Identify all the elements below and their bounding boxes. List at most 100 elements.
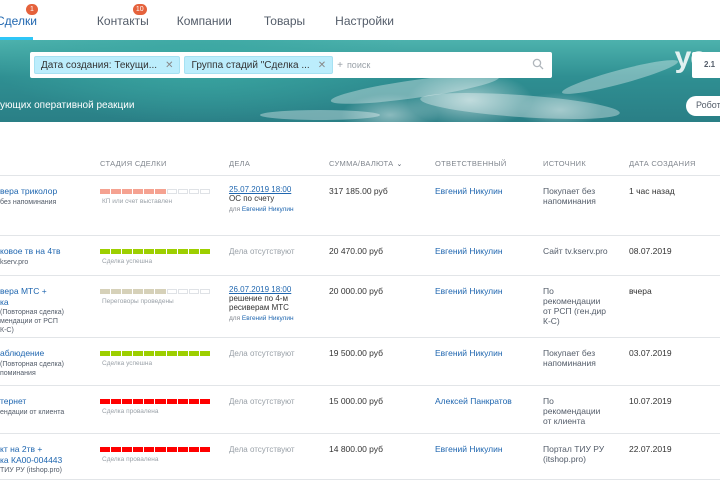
stage-segment[interactable] <box>144 351 155 356</box>
column-header-responsible[interactable]: ОТВЕТСТВЕННЫЙ <box>435 159 507 168</box>
stage-segment[interactable] <box>100 351 111 356</box>
stage-segment[interactable] <box>155 189 166 194</box>
stage-segment[interactable] <box>188 249 199 254</box>
stage-segment[interactable] <box>122 289 133 294</box>
column-header-activities[interactable]: ДЕЛА <box>229 159 250 168</box>
filter-chip-date[interactable]: Дата создания: Текущи... ✕ <box>34 56 181 74</box>
stage-segment[interactable] <box>133 289 144 294</box>
stage-segment[interactable] <box>199 249 210 254</box>
stage-segment[interactable] <box>111 249 122 254</box>
stage-segment[interactable] <box>100 289 111 294</box>
table-row[interactable]: верa триколор без напоминания КП или счет … <box>0 176 720 236</box>
stage-segment[interactable] <box>177 289 188 294</box>
column-header-sum[interactable]: СУММА/ВАЛЮТА ⌄ <box>329 159 403 168</box>
table-row[interactable]: ковое тв на 4тв kserv.pro Сделка успешна Де… <box>0 236 720 276</box>
stage-segment[interactable] <box>133 249 144 254</box>
stage-segment[interactable] <box>111 189 122 194</box>
stage-segment[interactable] <box>133 399 144 404</box>
filter-chip-stage-group[interactable]: Группа стадий "Сделка ... ✕ <box>184 56 334 74</box>
stage-segment[interactable] <box>100 189 111 194</box>
table-row[interactable]: кт на 2тв + ка КА00-004443 ТИУ РУ (itshop.… <box>0 434 720 480</box>
responsible-user-link[interactable]: Евгений Никулин <box>435 444 503 455</box>
search-icon[interactable] <box>532 58 544 70</box>
stage-segment[interactable] <box>133 189 144 194</box>
stage-segment[interactable] <box>100 399 111 404</box>
stage-segment[interactable] <box>155 249 166 254</box>
deal-title-link[interactable]: аблюдение <box>0 348 44 359</box>
stage-segment[interactable] <box>111 289 122 294</box>
nav-tab-deals[interactable]: Сделки 1 <box>0 0 51 40</box>
stage-segment[interactable] <box>177 351 188 356</box>
stage-segment[interactable] <box>166 399 177 404</box>
stage-segment[interactable] <box>100 447 111 452</box>
stage-progress-bar[interactable] <box>100 447 210 452</box>
stage-segment[interactable] <box>199 189 210 194</box>
stage-segment[interactable] <box>111 399 122 404</box>
stage-segment[interactable] <box>166 351 177 356</box>
stage-progress-bar[interactable] <box>100 289 210 294</box>
deal-title-link[interactable]: вера МТС + ка <box>0 286 47 308</box>
nav-tab-products[interactable]: Товары <box>250 0 319 40</box>
stage-segment[interactable] <box>188 351 199 356</box>
stage-segment[interactable] <box>111 447 122 452</box>
deal-title-link[interactable]: тернет <box>0 396 26 407</box>
responsible-user-link[interactable]: Евгений Никулин <box>435 246 503 257</box>
responsible-user-link[interactable]: Алексей Панкратов <box>435 396 512 407</box>
stage-segment[interactable] <box>144 447 155 452</box>
counter-button[interactable]: 2.1 <box>692 52 720 78</box>
stage-segment[interactable] <box>122 189 133 194</box>
table-row[interactable]: вера МТС + ка (Повторная сделка) мендации о… <box>0 276 720 338</box>
stage-segment[interactable] <box>111 351 122 356</box>
stage-segment[interactable] <box>122 249 133 254</box>
stage-segment[interactable] <box>155 289 166 294</box>
stage-segment[interactable] <box>144 289 155 294</box>
stage-segment[interactable] <box>144 249 155 254</box>
stage-segment[interactable] <box>188 289 199 294</box>
stage-segment[interactable] <box>144 399 155 404</box>
chevron-down-icon[interactable]: ⌄ <box>396 160 402 168</box>
stage-segment[interactable] <box>133 351 144 356</box>
stage-progress-bar[interactable] <box>100 249 210 254</box>
stage-segment[interactable] <box>133 447 144 452</box>
stage-segment[interactable] <box>177 447 188 452</box>
column-header-source[interactable]: ИСТОЧНИК <box>543 159 586 168</box>
nav-tab-companies[interactable]: Компании <box>163 0 246 40</box>
stage-segment[interactable] <box>177 189 188 194</box>
stage-progress-bar[interactable] <box>100 399 210 404</box>
stage-progress-bar[interactable] <box>100 351 210 356</box>
stage-segment[interactable] <box>166 289 177 294</box>
table-row[interactable]: аблюдение (Повторная сделка) поминания Сдел… <box>0 338 720 386</box>
search-input[interactable]: поиск <box>347 60 370 70</box>
stage-segment[interactable] <box>100 249 111 254</box>
stage-segment[interactable] <box>199 289 210 294</box>
stage-segment[interactable] <box>155 351 166 356</box>
column-header-stage[interactable]: СТАДИЯ СДЕЛКИ <box>100 159 167 168</box>
stage-segment[interactable] <box>166 447 177 452</box>
nav-tab-settings[interactable]: Настройки <box>321 0 408 40</box>
stage-segment[interactable] <box>166 189 177 194</box>
responsible-user-link[interactable]: Евгений Никулин <box>435 348 503 359</box>
stage-segment[interactable] <box>199 351 210 356</box>
stage-segment[interactable] <box>199 399 210 404</box>
stage-segment[interactable] <box>122 351 133 356</box>
stage-segment[interactable] <box>122 447 133 452</box>
stage-segment[interactable] <box>166 249 177 254</box>
stage-segment[interactable] <box>155 447 166 452</box>
nav-tab-contacts[interactable]: Контакты 10 <box>83 0 163 40</box>
activity-subject[interactable]: решение по 4-м ресиверам МТС <box>229 294 289 312</box>
responsible-user-link[interactable]: Евгений Никулин <box>435 286 503 297</box>
stage-segment[interactable] <box>177 249 188 254</box>
stage-segment[interactable] <box>188 189 199 194</box>
stage-segment[interactable] <box>177 399 188 404</box>
deal-title-link[interactable]: кт на 2тв + ка КА00-004443 <box>0 444 62 466</box>
activity-owner-link[interactable]: Евгений Никулин <box>242 206 294 213</box>
stage-segment[interactable] <box>144 189 155 194</box>
activity-subject[interactable]: ОС по счету <box>229 194 274 203</box>
activity-owner-link[interactable]: Евгений Никулин <box>242 315 294 322</box>
stage-segment[interactable] <box>188 399 199 404</box>
stage-segment[interactable] <box>188 447 199 452</box>
add-filter-icon[interactable]: + <box>337 60 343 71</box>
stage-segment[interactable] <box>122 399 133 404</box>
stage-segment[interactable] <box>155 399 166 404</box>
stage-progress-bar[interactable] <box>100 189 210 194</box>
